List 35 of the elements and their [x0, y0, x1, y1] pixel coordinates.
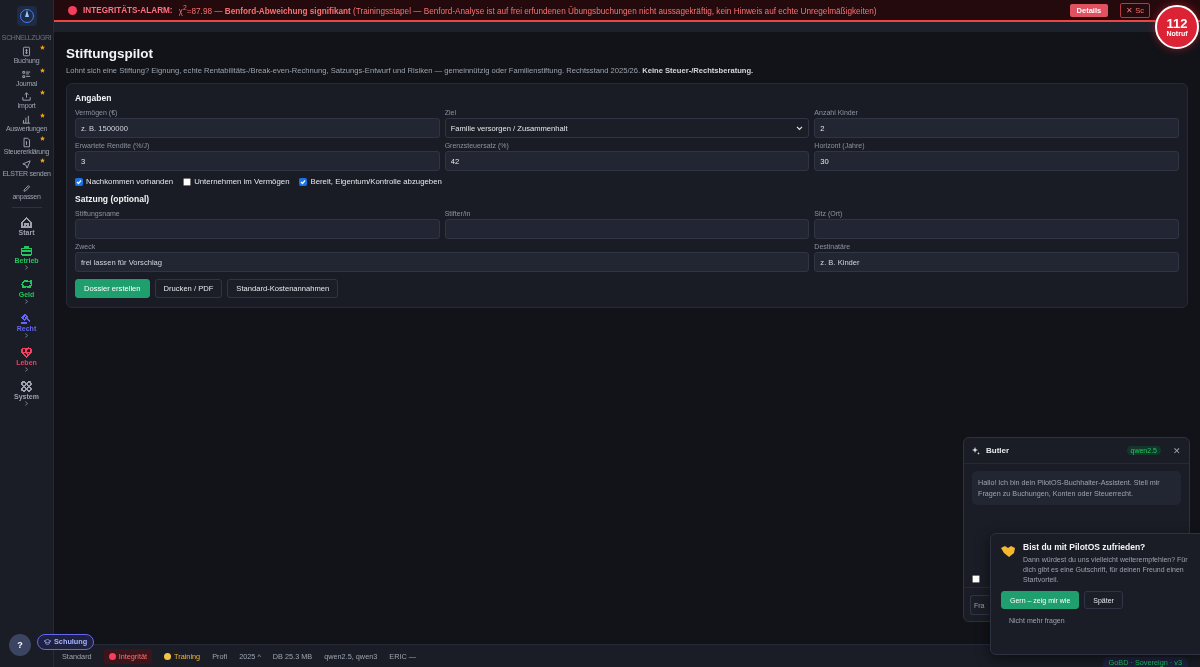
alert-title: INTEGRITÄTS-ALARM: [83, 5, 173, 15]
section-heading: Angaben [75, 93, 113, 103]
chevron-icon [24, 264, 29, 270]
checkbox[interactable] [183, 177, 192, 186]
alert-message: χ$^{2}$=87.98 — Benford-Abweichung signifikant (Trainingsstapel — Benford-Analyse ist auf frei erfundenen Übungsbuchungen nicht aussagekräftig, kein Hinweis auf echte Unregelmäßigkeiten) [178, 4, 878, 16]
send-icon [21, 159, 32, 171]
popup-title: Bist du mit PilotOS zufrieden? [1023, 542, 1147, 552]
chevron-down-icon [796, 125, 804, 131]
input-field[interactable] [444, 219, 810, 239]
close-icon[interactable]: ✕ [1173, 445, 1181, 456]
ledger-icon [21, 46, 32, 57]
checkbox[interactable] [299, 177, 308, 186]
panel-title: Butler [986, 446, 1010, 455]
pencil-icon [21, 182, 32, 194]
chevron-icon [24, 400, 29, 406]
chevron-icon [24, 366, 29, 372]
checkbox[interactable] [972, 574, 980, 583]
upload-icon [21, 91, 32, 103]
page-title: Stiftungspilot [66, 46, 154, 61]
input-field[interactable] [75, 219, 440, 239]
section-heading: Satzung (optional) [75, 194, 151, 204]
bar-chart-icon [21, 114, 32, 126]
input-field[interactable] [814, 219, 1179, 239]
document-icon [21, 136, 32, 148]
status-dot-icon [108, 652, 116, 660]
status-dot-icon [164, 652, 172, 660]
chevron-icon [24, 298, 29, 304]
compass-logo-icon [16, 6, 37, 26]
alert-dot-icon [68, 5, 77, 15]
checkbox[interactable] [75, 177, 83, 186]
emergency-number[interactable]: 112 [1166, 17, 1188, 30]
sparkle-icon [972, 446, 980, 455]
chevron-icon [24, 332, 29, 338]
graduation-cap-icon [44, 638, 51, 645]
list-icon [21, 68, 32, 80]
